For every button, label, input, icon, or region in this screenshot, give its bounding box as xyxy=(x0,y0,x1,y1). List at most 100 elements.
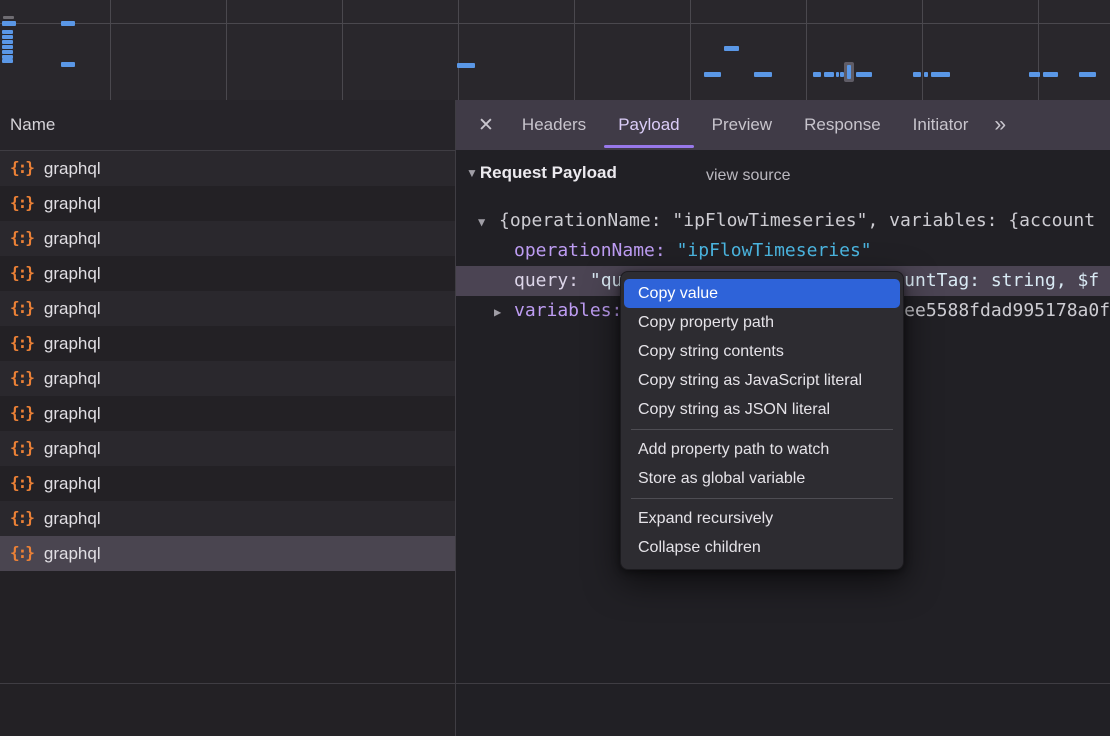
close-details-button[interactable]: ✕ xyxy=(478,116,494,135)
network-activity-bar xyxy=(61,62,75,67)
request-name: graphql xyxy=(44,509,101,529)
network-activity-bar xyxy=(1043,72,1058,77)
request-name: graphql xyxy=(44,194,101,214)
tab-preview[interactable]: Preview xyxy=(696,100,788,150)
json-icon: {:} xyxy=(10,160,33,176)
network-overview-timeline[interactable] xyxy=(0,0,1110,101)
json-root-row[interactable]: ▼ {operationName: "ipFlowTimeseries", var… xyxy=(456,206,1110,236)
context-menu-item-copy-property-path[interactable]: Copy property path xyxy=(621,308,903,337)
json-icon: {:} xyxy=(10,475,33,491)
network-activity-bar xyxy=(1079,72,1096,77)
overview-gridline xyxy=(342,0,343,100)
overview-gridline xyxy=(806,0,807,100)
request-row-graphql[interactable]: {:}graphql xyxy=(0,361,455,396)
network-activity-bar xyxy=(704,72,721,77)
overview-gridline xyxy=(922,0,923,100)
request-name: graphql xyxy=(44,474,101,494)
request-name: graphql xyxy=(44,299,101,319)
json-icon: {:} xyxy=(10,230,33,246)
network-activity-bar xyxy=(824,72,834,77)
expand-triangle-icon[interactable]: ▶ xyxy=(494,297,508,326)
network-activity-bar xyxy=(2,30,13,34)
network-activity-bar xyxy=(2,59,13,63)
context-menu-item-copy-string-as-javascript-literal[interactable]: Copy string as JavaScript literal xyxy=(621,366,903,395)
request-name: graphql xyxy=(44,159,101,179)
json-icon: {:} xyxy=(10,510,33,526)
request-row-graphql[interactable]: {:}graphql xyxy=(0,221,455,256)
overview-gridline xyxy=(226,0,227,100)
overview-selected-request-marker xyxy=(844,62,854,82)
request-name: graphql xyxy=(44,544,101,564)
request-name: graphql xyxy=(44,264,101,284)
overview-gridline xyxy=(1038,0,1039,100)
request-name: graphql xyxy=(44,334,101,354)
context-menu: Copy valueCopy property pathCopy string … xyxy=(620,271,904,570)
tab-payload[interactable]: Payload xyxy=(602,100,695,150)
tab-initiator[interactable]: Initiator xyxy=(897,100,985,150)
request-row-graphql[interactable]: {:}graphql xyxy=(0,326,455,361)
network-activity-bar xyxy=(2,50,13,54)
request-row-graphql[interactable]: {:} graphql xyxy=(0,256,455,291)
collapse-triangle-icon[interactable]: ▼ xyxy=(478,207,492,236)
network-activity-bar xyxy=(813,72,821,77)
json-icon: {:} xyxy=(10,300,33,316)
json-row-operationname[interactable]: operationName: "ipFlowTimeseries" xyxy=(456,236,1110,266)
details-tab-bar: ✕ HeadersPayloadPreviewResponseInitiator… xyxy=(456,100,1110,150)
json-icon: {:} xyxy=(10,195,33,211)
network-activity-bar xyxy=(836,72,839,77)
collapse-triangle-icon[interactable]: ▼ xyxy=(466,166,478,180)
context-menu-item-expand-recursively[interactable]: Expand recursively xyxy=(621,504,903,533)
network-activity-bar xyxy=(724,46,739,51)
network-activity-bar xyxy=(2,35,13,39)
network-activity-bar xyxy=(457,63,475,68)
json-icon: {:} xyxy=(10,405,33,421)
json-icon: {:} xyxy=(10,265,33,281)
request-list: {:} graphql {:} graphql {:} graphql {:} graphql… xyxy=(0,151,455,571)
overview-gridline xyxy=(110,0,111,100)
more-tabs-button[interactable]: » xyxy=(994,113,1004,137)
network-activity-bar xyxy=(1029,72,1040,77)
json-key: query: xyxy=(514,270,579,291)
context-menu-item-add-property-path-to-watch[interactable]: Add property path to watch xyxy=(621,435,903,464)
overview-gray-bar xyxy=(3,16,14,19)
request-name: graphql xyxy=(44,404,101,424)
context-menu-item-copy-string-as-json-literal[interactable]: Copy string as JSON literal xyxy=(621,395,903,424)
overview-gridline xyxy=(574,0,575,100)
view-source-link[interactable]: view source xyxy=(706,167,790,185)
json-string-value: "ipFlowTimeseries" xyxy=(677,240,872,261)
request-name: graphql xyxy=(44,369,101,389)
request-row-graphql[interactable]: {:} graphql xyxy=(0,466,455,501)
request-row-graphql[interactable]: {:} graphql xyxy=(0,501,455,536)
request-row-graphql[interactable]: {:} graphql xyxy=(0,536,455,571)
request-payload-section-header: ▼ Request Payload xyxy=(456,163,617,183)
request-row-graphql[interactable]: {:}graphql xyxy=(0,431,455,466)
network-activity-bar xyxy=(924,72,928,77)
overview-row-divider xyxy=(0,23,1110,24)
request-row-graphql[interactable]: {:} graphql xyxy=(0,186,455,221)
section-title: Request Payload xyxy=(480,163,617,183)
context-menu-item-copy-value[interactable]: Copy value xyxy=(624,279,900,308)
json-icon: {:} xyxy=(10,440,33,456)
context-menu-separator xyxy=(631,429,893,430)
context-menu-item-store-as-global-variable[interactable]: Store as global variable xyxy=(621,464,903,493)
overview-gridline xyxy=(458,0,459,100)
context-menu-separator xyxy=(631,498,893,499)
request-row-graphql[interactable]: {:} graphql xyxy=(0,291,455,326)
network-activity-bar xyxy=(856,72,872,77)
request-row-graphql[interactable]: {:} graphql xyxy=(0,151,455,186)
context-menu-item-copy-string-contents[interactable]: Copy string contents xyxy=(621,337,903,366)
network-activity-bar xyxy=(754,72,772,77)
context-menu-item-collapse-children[interactable]: Collapse children xyxy=(621,533,903,562)
json-root-preview: {operationName: "ipFlowTimeseries", vari… xyxy=(499,210,1095,231)
tab-response[interactable]: Response xyxy=(788,100,897,150)
overview-gridline xyxy=(690,0,691,100)
devtools-network-panel: Name {:}graphql{:}graphql{:}graphql{:}gr… xyxy=(0,0,1110,740)
name-column-header[interactable]: Name xyxy=(0,100,455,151)
network-activity-bar xyxy=(2,21,16,26)
json-icon: {:} xyxy=(10,545,33,561)
network-activity-bar xyxy=(913,72,921,77)
tab-headers[interactable]: Headers xyxy=(506,100,602,150)
page-background-edge xyxy=(0,736,1110,740)
request-row-graphql[interactable]: {:} graphql xyxy=(0,396,455,431)
network-activity-bar xyxy=(931,72,950,77)
